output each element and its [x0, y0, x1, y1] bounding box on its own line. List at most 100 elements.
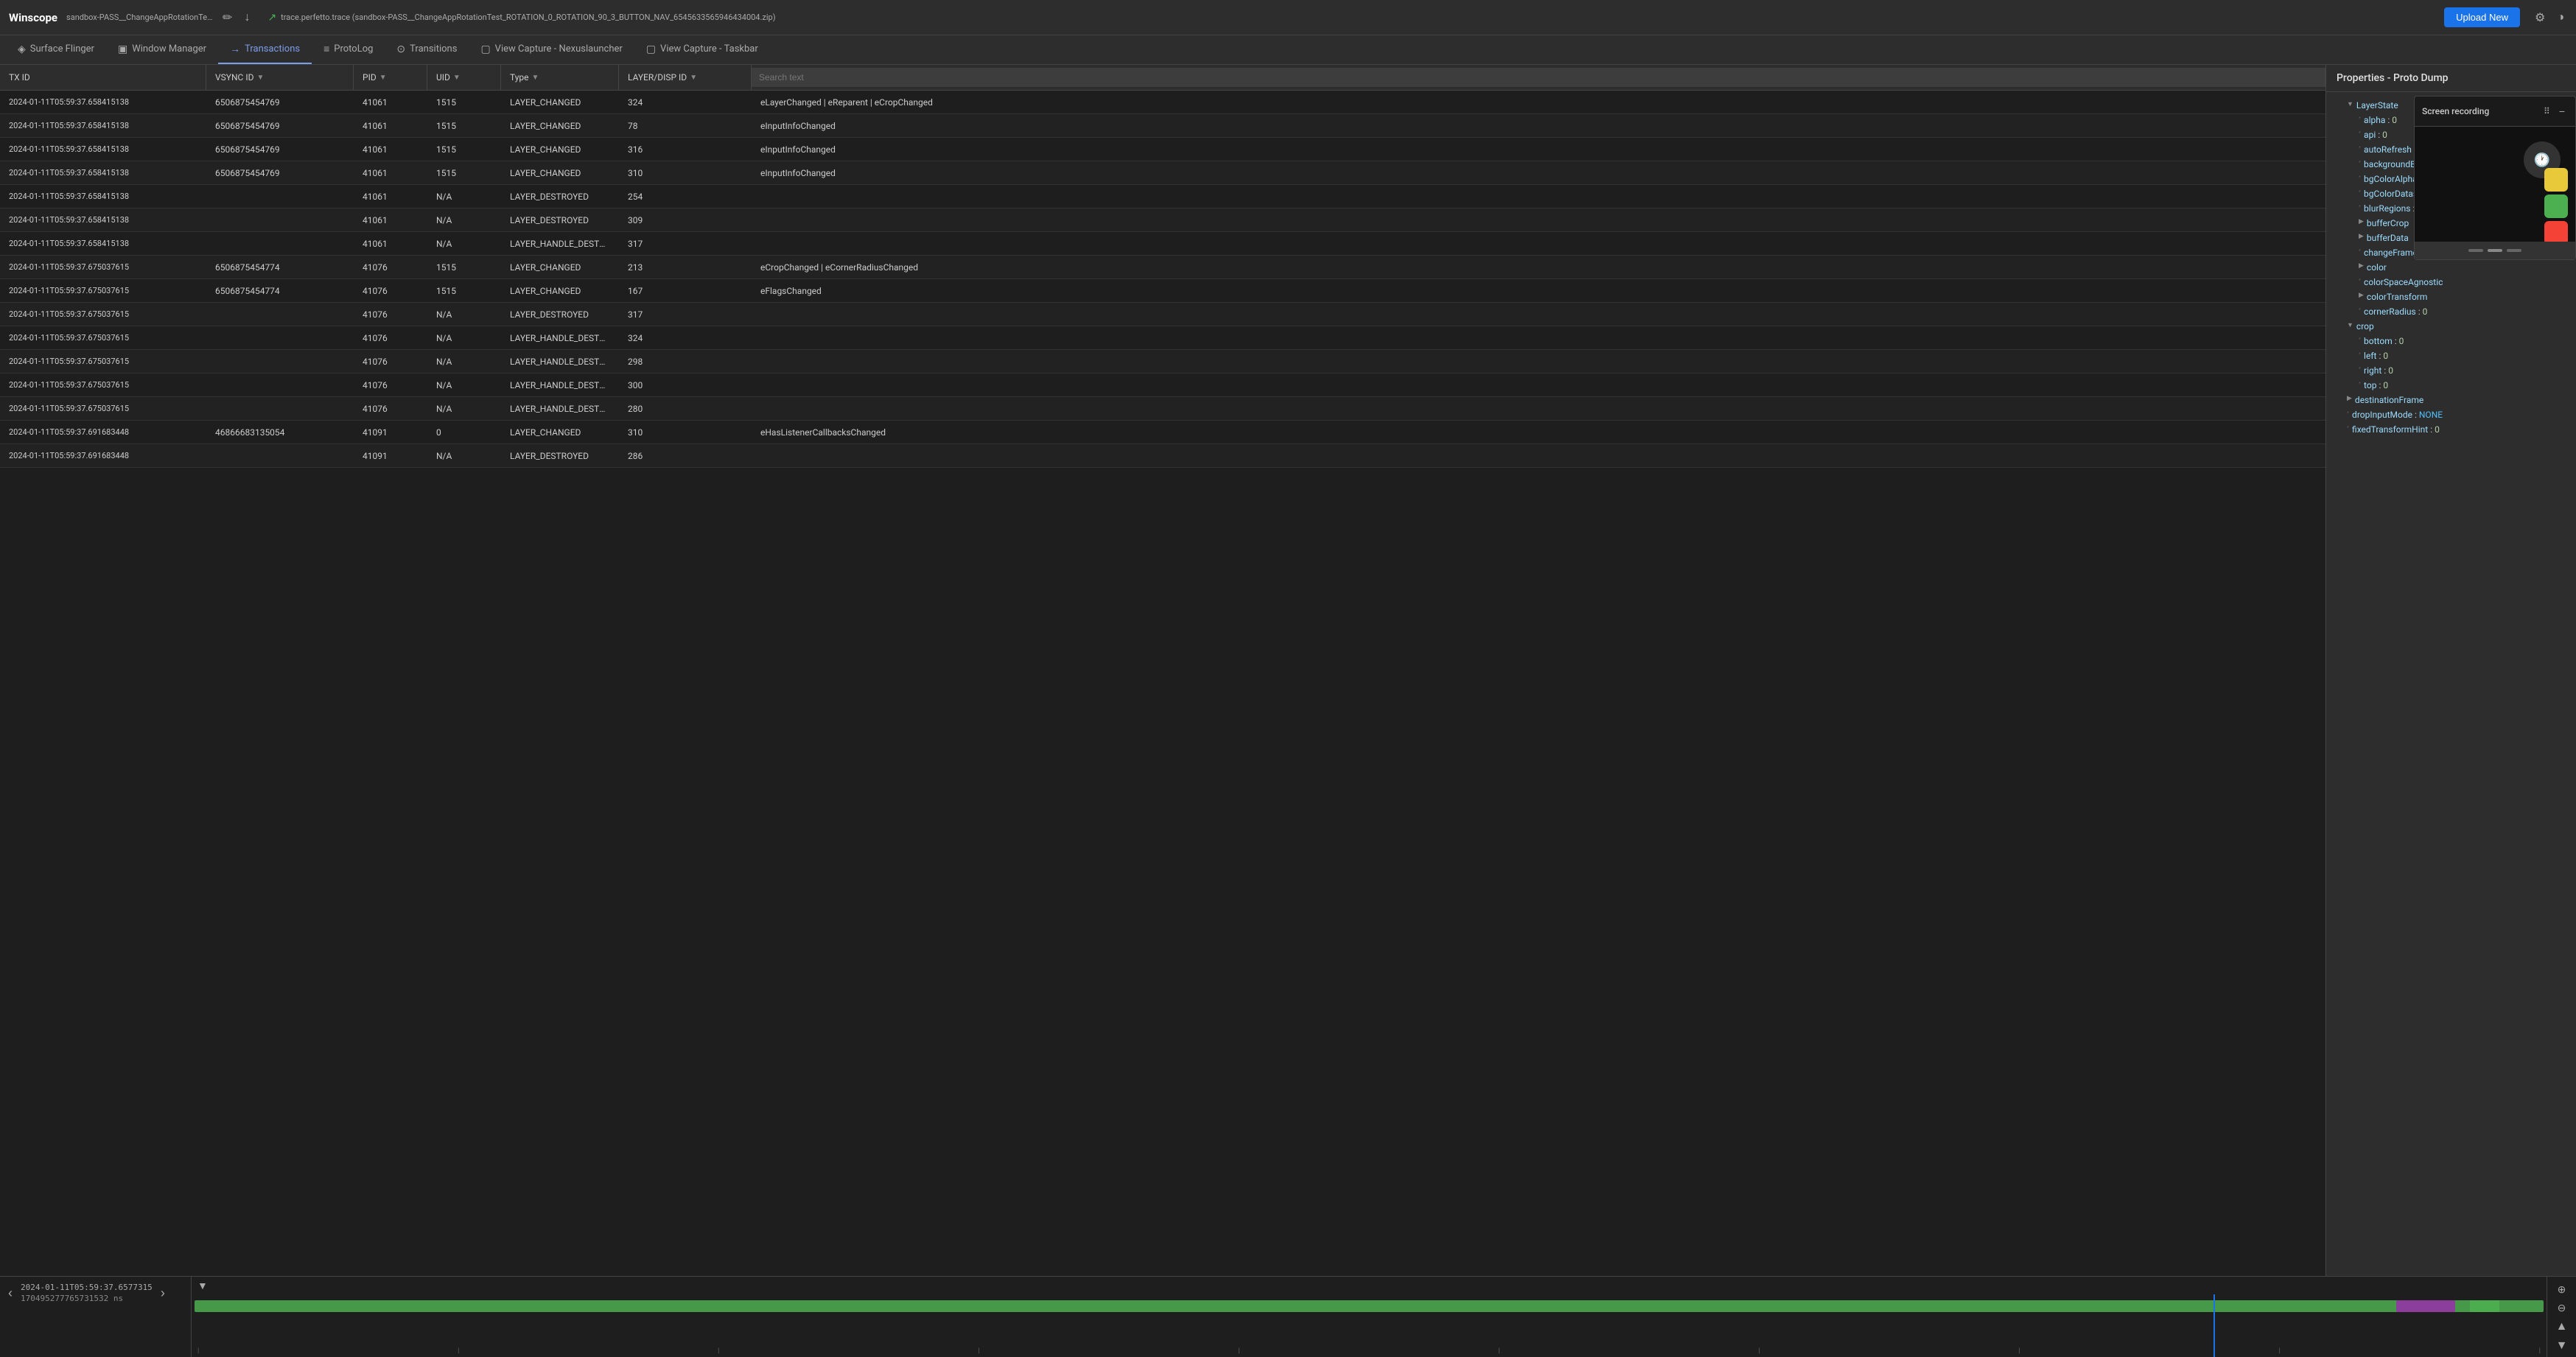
table-row[interactable]: 2024-01-11T05:59:37.675037615 41076 N/A …: [0, 303, 2325, 326]
download-button[interactable]: ↓: [241, 8, 253, 27]
cell-txid: 2024-01-11T05:59:37.675037615: [0, 377, 206, 393]
tab-window-manager[interactable]: ▣ Window Manager: [106, 35, 218, 64]
table-row[interactable]: 2024-01-11T05:59:37.691683448 41091 N/A …: [0, 444, 2325, 468]
expand-icon[interactable]: ▶: [2359, 262, 2364, 270]
zoom-in-btn[interactable]: ⊕: [2550, 1282, 2573, 1297]
expand-icon[interactable]: ▼: [2347, 321, 2353, 329]
cell-type: LAYER_CHANGED: [501, 283, 619, 299]
col-header-uid[interactable]: UID ▼: [427, 65, 501, 90]
tab-transactions[interactable]: → Transactions: [218, 35, 312, 64]
tab-view-capture-taskbar[interactable]: ▢ View Capture - Taskbar: [634, 35, 770, 64]
scroll-up-btn[interactable]: ▲: [2550, 1319, 2573, 1335]
table-row[interactable]: 2024-01-11T05:59:37.658415138 6506875454…: [0, 138, 2325, 161]
cell-pid: 41061: [354, 236, 427, 252]
screen-recording-header: Screen recording ⠿ −: [2415, 97, 2575, 127]
transactions-icon: →: [230, 43, 240, 55]
expand-icon: •: [2359, 203, 2361, 211]
col-header-layer[interactable]: LAYER/DISP ID ▼: [619, 65, 752, 90]
cell-uid: N/A: [427, 401, 501, 417]
expand-icon[interactable]: ▶: [2359, 218, 2364, 225]
expand-icon: •: [2359, 277, 2361, 284]
upload-new-button[interactable]: Upload New: [2444, 7, 2520, 27]
table-row[interactable]: 2024-01-11T05:59:37.658415138 6506875454…: [0, 91, 2325, 114]
props-tree-item[interactable]: ▶ destinationFrame: [2326, 393, 2576, 407]
props-tree-item[interactable]: ▼ crop: [2326, 319, 2576, 334]
screen-recording-actions: ⠿ −: [2541, 102, 2568, 120]
col-header-type[interactable]: Type ▼: [501, 65, 619, 90]
prop-key: destinationFrame: [2355, 395, 2423, 405]
cell-layer: 213: [619, 259, 752, 276]
prop-key: colorSpaceAgnostic: [2364, 277, 2443, 287]
cell-vsync: [206, 406, 354, 412]
expand-icon[interactable]: ▶: [2359, 292, 2364, 299]
table-row[interactable]: 2024-01-11T05:59:37.675037615 41076 N/A …: [0, 326, 2325, 350]
table-row[interactable]: 2024-01-11T05:59:37.691683448 4686668313…: [0, 421, 2325, 444]
props-tree-item[interactable]: ▶ color: [2326, 260, 2576, 275]
table-row[interactable]: 2024-01-11T05:59:37.675037615 6506875454…: [0, 256, 2325, 279]
cell-txid: 2024-01-11T05:59:37.675037615: [0, 354, 206, 369]
tab-view-capture-nexus[interactable]: ▢ View Capture - Nexuslauncher: [469, 35, 634, 64]
timeline-options-btn[interactable]: ▼: [197, 1280, 208, 1291]
timeline-track[interactable]: | | | | | | | | | |: [195, 1294, 2544, 1357]
cell-txid: 2024-01-11T05:59:37.675037615: [0, 283, 206, 298]
expand-icon: •: [2359, 159, 2361, 166]
prop-key: bufferCrop: [2367, 218, 2409, 228]
cell-layer: 254: [619, 189, 752, 205]
cell-type: LAYER_CHANGED: [501, 165, 619, 181]
cell-vsync: 6506875454769: [206, 118, 354, 134]
search-input[interactable]: [752, 68, 2325, 87]
settings-button[interactable]: ⚙: [2532, 7, 2548, 28]
table-row[interactable]: 2024-01-11T05:59:37.658415138 6506875454…: [0, 161, 2325, 185]
table-row[interactable]: 2024-01-11T05:59:37.675037615 41076 N/A …: [0, 397, 2325, 421]
table-row[interactable]: 2024-01-11T05:59:37.658415138 41061 N/A …: [0, 185, 2325, 208]
props-tree-item[interactable]: • top : 0: [2326, 378, 2576, 393]
cell-pid: 41076: [354, 259, 427, 276]
cell-type: LAYER_DESTROYED: [501, 448, 619, 464]
props-tree-item[interactable]: • cornerRadius : 0: [2326, 304, 2576, 319]
screen-recording-drag[interactable]: ⠿: [2541, 102, 2553, 120]
cell-txid: 2024-01-11T05:59:37.675037615: [0, 306, 206, 322]
props-tree-item[interactable]: • left : 0: [2326, 348, 2576, 363]
transitions-icon: ⊙: [396, 43, 405, 55]
timeline-nav-next[interactable]: ›: [158, 1283, 167, 1303]
prop-key: LayerState: [2356, 100, 2398, 111]
props-tree-item[interactable]: ▶ colorTransform: [2326, 290, 2576, 304]
zoom-out-btn[interactable]: ⊖: [2550, 1300, 2573, 1316]
expand-icon[interactable]: ▼: [2347, 100, 2353, 108]
tab-proto-log[interactable]: ≡ ProtoLog: [312, 35, 385, 64]
col-header-pid[interactable]: PID ▼: [354, 65, 427, 90]
cell-type: LAYER_CHANGED: [501, 118, 619, 134]
table-row[interactable]: 2024-01-11T05:59:37.658415138 41061 N/A …: [0, 208, 2325, 232]
timeline-nav-prev[interactable]: ‹: [6, 1283, 15, 1303]
props-tree-item[interactable]: • right : 0: [2326, 363, 2576, 378]
props-tree-item[interactable]: • colorSpaceAgnostic: [2326, 275, 2576, 290]
tab-transitions[interactable]: ⊙ Transitions: [385, 35, 469, 64]
cell-flags: [752, 241, 2325, 247]
cell-pid: 41091: [354, 424, 427, 441]
timeline-cursor: [2213, 1294, 2215, 1357]
table-row[interactable]: 2024-01-11T05:59:37.675037615 41076 N/A …: [0, 350, 2325, 374]
theme-button[interactable]: ◑: [2554, 7, 2567, 28]
cell-pid: 41076: [354, 354, 427, 370]
table-row[interactable]: 2024-01-11T05:59:37.658415138 6506875454…: [0, 114, 2325, 138]
tab-surface-flinger[interactable]: ◈ Surface Flinger: [6, 35, 106, 64]
props-tree-item[interactable]: • bottom : 0: [2326, 334, 2576, 348]
expand-icon[interactable]: ▶: [2359, 233, 2364, 240]
props-tree-item[interactable]: • dropInputMode : NONE: [2326, 407, 2576, 422]
table-row[interactable]: 2024-01-11T05:59:37.658415138 41061 N/A …: [0, 232, 2325, 256]
type-sort-icon: ▼: [532, 74, 539, 82]
table-row[interactable]: 2024-01-11T05:59:37.675037615 41076 N/A …: [0, 374, 2325, 397]
scroll-down-btn[interactable]: ▼: [2550, 1338, 2573, 1354]
cell-flags: eInputInfoChanged: [752, 141, 2325, 158]
expand-icon[interactable]: ▶: [2347, 395, 2352, 402]
prop-key: bgColorAlpha: [2364, 174, 2418, 184]
edit-button[interactable]: ✏: [220, 7, 235, 28]
props-tree-item[interactable]: • fixedTransformHint : 0: [2326, 422, 2576, 437]
screen-recording-minimize[interactable]: −: [2556, 102, 2568, 120]
cell-flags: [752, 382, 2325, 388]
cell-type: LAYER_HANDLE_DESTROYED: [501, 236, 619, 252]
col-header-txid[interactable]: TX ID: [0, 65, 206, 90]
cell-flags: eInputInfoChanged: [752, 118, 2325, 134]
col-header-vsync[interactable]: VSYNC ID ▼: [206, 65, 354, 90]
table-row[interactable]: 2024-01-11T05:59:37.675037615 6506875454…: [0, 279, 2325, 303]
